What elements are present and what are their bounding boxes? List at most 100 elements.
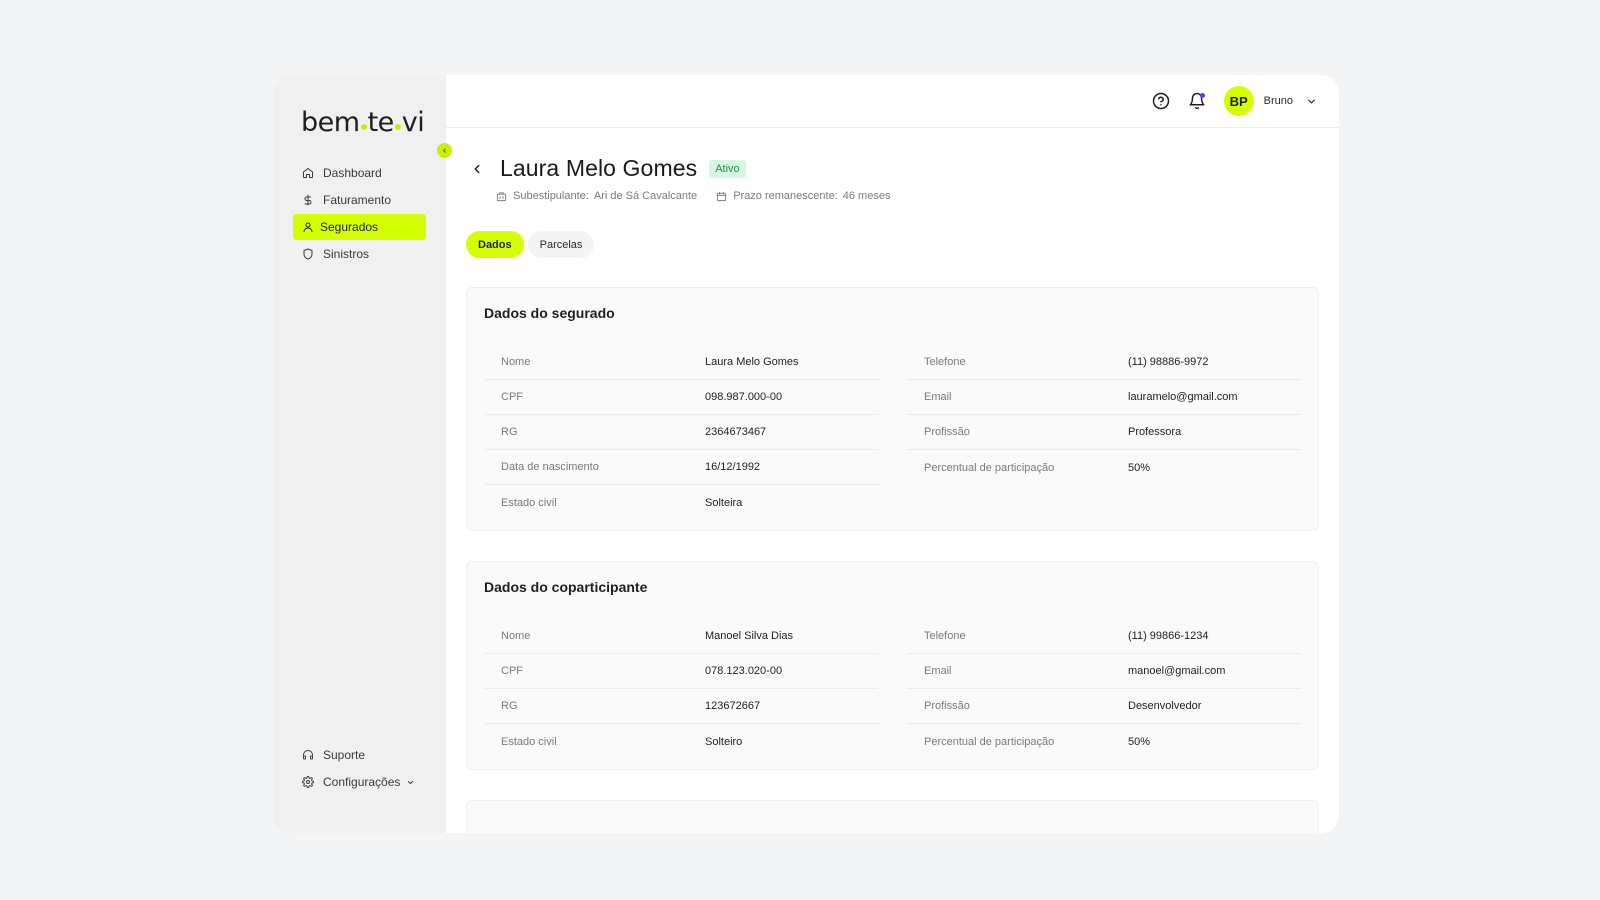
- field-label: Telefone: [924, 630, 966, 642]
- tab-bar: Dados Parcelas: [466, 231, 1319, 258]
- info-row: Percentual de participação 50%: [907, 450, 1301, 485]
- info-row: RG 123672667: [484, 689, 878, 724]
- logo: bem te vi: [301, 107, 425, 138]
- user-icon: [303, 222, 313, 232]
- field-label: Email: [924, 665, 952, 677]
- card-title: Dados do segurado: [484, 305, 615, 321]
- info-row: CPF 078.123.020-00: [484, 654, 878, 689]
- back-arrow-icon[interactable]: [470, 162, 484, 176]
- substipulante-value: Ari de Sá Cavalcante: [593, 190, 698, 202]
- field-value: (11) 98886-9972: [1128, 356, 1209, 368]
- building-icon: [496, 191, 507, 201]
- info-row: Nome Manoel Silva Dias: [484, 619, 878, 654]
- field-label: Nome: [501, 630, 531, 642]
- segurado-card: Dados do segurado Nome Laura Melo Gomes C…: [466, 287, 1319, 531]
- dollar-icon: [304, 194, 312, 206]
- tab-dados[interactable]: Dados: [466, 231, 524, 258]
- field-label: Percentual de participação: [924, 461, 1055, 474]
- info-row: Percentual de participação 50%: [907, 724, 1301, 759]
- substipulante-info: Subestipulante: Ari de Sá Cavalcante: [496, 190, 697, 202]
- field-value: Professora: [1128, 426, 1182, 438]
- home-icon: [303, 168, 313, 178]
- page-meta: Subestipulante: Ari de Sá Cavalcante Pra…: [466, 190, 1319, 202]
- sidebar-item-label: Configurações: [323, 775, 401, 789]
- field-value: Desenvolvedor: [1128, 700, 1202, 712]
- chevron-down-icon[interactable]: [1306, 96, 1317, 107]
- gear-icon: [302, 776, 314, 788]
- next-card-partial: [466, 800, 1319, 833]
- sidebar-item-label: Dashboard: [323, 166, 382, 180]
- info-row: Email lauramelo@gmail.com: [907, 380, 1301, 415]
- info-row: RG 2364673467: [484, 415, 878, 450]
- sidebar-item-dashboard[interactable]: Dashboard: [293, 160, 426, 186]
- sidebar-item-configuracoes[interactable]: Configurações: [293, 769, 426, 795]
- field-label: Estado civil: [501, 496, 557, 509]
- field-label: Email: [924, 391, 952, 403]
- field-value: (11) 99866-1234: [1128, 630, 1209, 642]
- info-row: Email manoel@gmail.com: [907, 654, 1301, 689]
- topbar: BP Bruno: [446, 75, 1339, 128]
- info-grid: Nome Manoel Silva Dias CPF 078.123.020-00 …: [484, 619, 1301, 759]
- field-value: 16/12/1992: [705, 461, 761, 473]
- field-value: 078.123.020-00: [705, 665, 783, 677]
- field-value: Manoel Silva Dias: [705, 630, 794, 642]
- sidebar-item-label: Faturamento: [323, 193, 392, 207]
- field-label: Telefone: [924, 356, 966, 368]
- sidebar-item-suporte[interactable]: Suporte: [293, 742, 426, 768]
- page-content: Laura Melo Gomes Ativo Subestipulante: A…: [446, 155, 1339, 833]
- help-icon: [1152, 92, 1169, 110]
- page-header: Laura Melo Gomes Ativo: [466, 155, 1319, 182]
- calendar-icon: [717, 191, 727, 201]
- field-value: manoel@gmail.com: [1128, 665, 1226, 677]
- field-value: Laura Melo Gomes: [705, 356, 799, 368]
- coparticipante-card: Dados do coparticipante Nome Manoel Silva…: [466, 561, 1319, 770]
- info-column-left: Nome Laura Melo Gomes CPF 098.987.000-00 R…: [484, 345, 878, 520]
- info-row: Estado civil Solteira: [484, 485, 878, 520]
- sidebar-item-segurados[interactable]: Segurados: [293, 214, 426, 240]
- info-column-right: Telefone (11) 98886-9972 Email lauramelo@g…: [907, 345, 1301, 520]
- app-window: bem te vi Dashboard Faturamento Segurados …: [273, 75, 1339, 833]
- notifications-button[interactable]: [1188, 92, 1206, 110]
- info-row: CPF 098.987.000-00: [484, 380, 878, 415]
- substipulante-label: Subestipulante:: [513, 190, 589, 202]
- sidebar-item-label: Sinistros: [323, 247, 370, 261]
- chevron-left-icon: [443, 148, 446, 153]
- info-column-left: Nome Manoel Silva Dias CPF 078.123.020-00 …: [484, 619, 878, 759]
- sidebar-bottom-nav: Suporte Configurações: [293, 742, 426, 796]
- field-label: RG: [501, 700, 518, 712]
- info-row: Telefone (11) 98886-9972: [907, 345, 1301, 380]
- field-label: RG: [501, 426, 518, 438]
- sidebar-item-sinistros[interactable]: Sinistros: [293, 241, 426, 267]
- info-grid: Nome Laura Melo Gomes CPF 098.987.000-00 R…: [484, 345, 1301, 520]
- field-label: Estado civil: [501, 735, 557, 748]
- card-title: Dados do coparticipante: [484, 579, 648, 595]
- field-value: 50%: [1128, 461, 1151, 474]
- page-title: Laura Melo Gomes: [500, 155, 698, 181]
- sidebar-item-label: Suporte: [323, 748, 366, 762]
- main-area: BP Bruno Laura Melo Gomes Ativo Subestip…: [446, 75, 1339, 833]
- chevron-down-icon: [408, 780, 414, 784]
- shield-icon: [303, 248, 313, 260]
- headset-icon: [303, 750, 313, 760]
- prazo-label: Prazo remanescente:: [733, 190, 838, 202]
- tab-parcelas[interactable]: Parcelas: [527, 231, 595, 258]
- info-row: Profissão Professora: [907, 415, 1301, 450]
- collapse-sidebar-button[interactable]: [437, 143, 452, 158]
- field-label: Profissão: [924, 700, 970, 712]
- info-column-right: Telefone (11) 99866-1234 Email manoel@gmai…: [907, 619, 1301, 759]
- field-value: 098.987.000-00: [705, 391, 783, 403]
- info-row: Telefone (11) 99866-1234: [907, 619, 1301, 654]
- help-button[interactable]: [1152, 92, 1170, 110]
- prazo-info: Prazo remanescente: 46 meses: [716, 190, 890, 202]
- field-label: Profissão: [924, 426, 970, 438]
- field-value: Solteira: [705, 496, 743, 509]
- field-value: 2364673467: [705, 426, 767, 438]
- info-row: Nome Laura Melo Gomes: [484, 345, 878, 380]
- sidebar: bem te vi Dashboard Faturamento Segurados …: [273, 75, 446, 833]
- avatar[interactable]: BP: [1223, 86, 1254, 116]
- status-badge: Ativo: [709, 159, 746, 178]
- sidebar-item-faturamento[interactable]: Faturamento: [293, 187, 426, 213]
- user-name[interactable]: Bruno: [1264, 95, 1293, 107]
- field-value: lauramelo@gmail.com: [1128, 391, 1238, 403]
- field-label: Data de nascimento: [501, 461, 599, 473]
